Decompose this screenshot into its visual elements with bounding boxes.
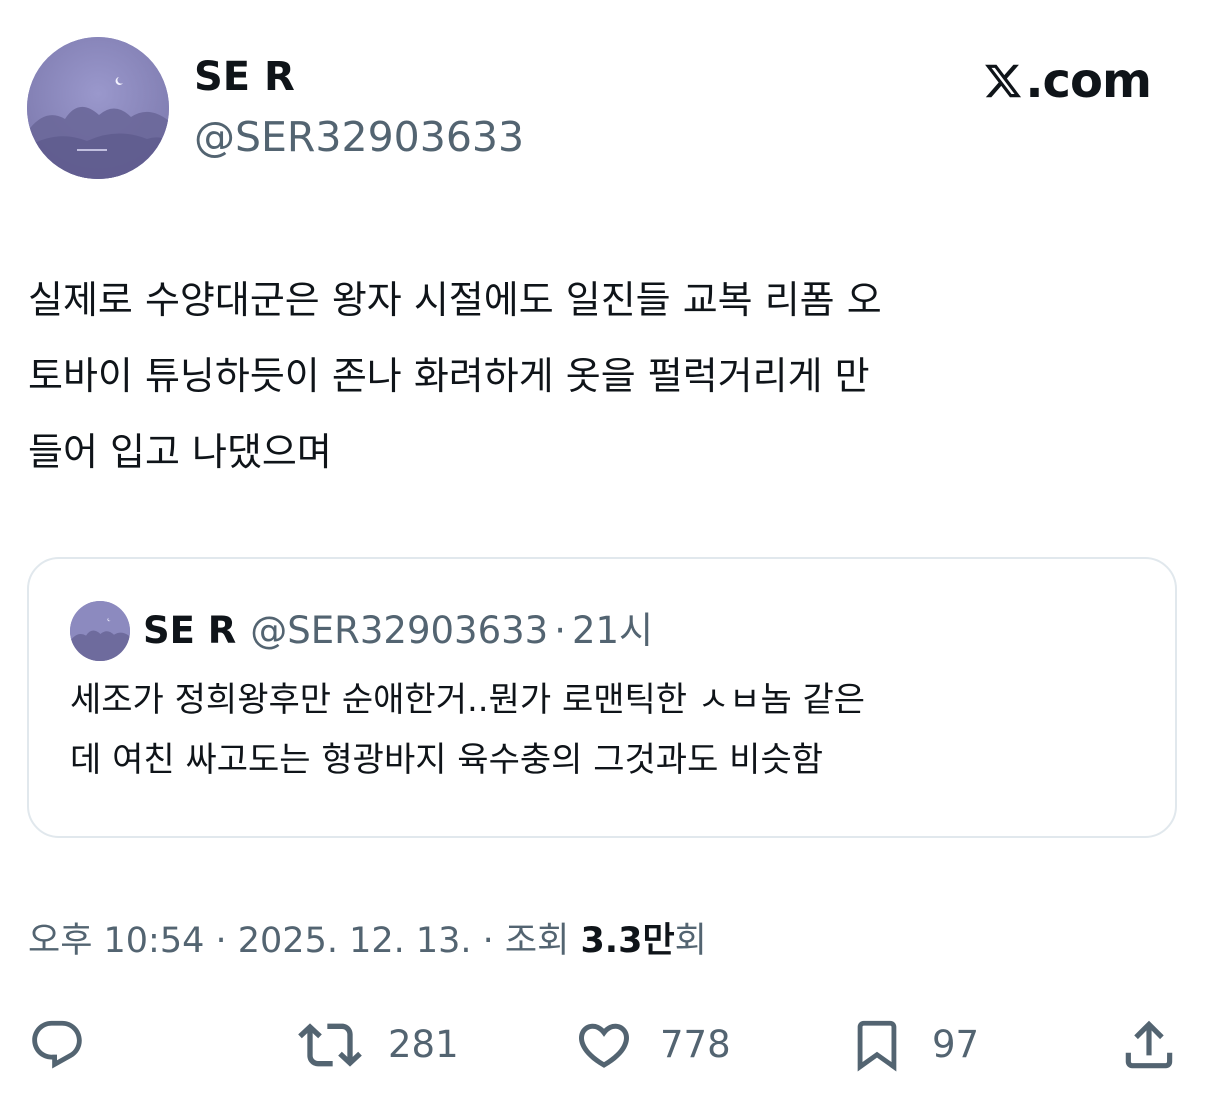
author-handle[interactable]: @SER32903633 bbox=[194, 111, 524, 163]
author-avatar[interactable] bbox=[27, 37, 169, 179]
avatar-sky-image bbox=[27, 37, 169, 179]
quote-author-handle: @SER32903633 bbox=[250, 609, 549, 652]
x-brand: .com bbox=[983, 53, 1152, 109]
quoted-tweet-card[interactable]: SE R @SER32903633 · 21시 세조가 정희왕후만 순애한거..… bbox=[27, 557, 1177, 838]
heart-icon bbox=[578, 1023, 630, 1068]
bookmark-button[interactable]: 97 bbox=[848, 1010, 979, 1080]
quote-avatar-sky-image bbox=[70, 601, 130, 661]
quote-separator: · bbox=[554, 609, 566, 652]
quote-author-avatar bbox=[70, 601, 130, 661]
quote-author-name: SE R bbox=[143, 609, 237, 652]
reply-icon bbox=[32, 1020, 82, 1069]
tweet-text: 실제로 수양대군은 왕자 시절에도 일진들 교복 리폼 오 토바이 튜닝하듯이 … bbox=[28, 278, 882, 474]
quote-text: 세조가 정희왕후만 순애한거..뭔가 로맨틱한 ㅅㅂ놈 같은 데 여친 싸고도는… bbox=[70, 680, 866, 780]
retweet-count: 281 bbox=[388, 1023, 459, 1066]
retweet-button[interactable]: 281 bbox=[298, 1010, 459, 1080]
tweet-header: SE R @SER32903633 .com bbox=[27, 37, 1177, 179]
share-icon bbox=[1125, 1020, 1173, 1069]
retweet-icon bbox=[298, 1023, 362, 1067]
reply-button[interactable] bbox=[28, 1010, 86, 1080]
view-count-suffix: 회 bbox=[674, 921, 707, 961]
share-button[interactable] bbox=[1118, 1010, 1180, 1080]
x-brand-text: .com bbox=[1025, 53, 1152, 109]
bookmark-icon bbox=[857, 1020, 897, 1072]
like-button[interactable]: 778 bbox=[574, 1010, 731, 1080]
view-count: 3.3만 bbox=[580, 921, 675, 961]
tweet-datetime[interactable]: 오후 10:54 · 2025. 12. 13. · 조회 bbox=[28, 921, 580, 961]
action-bar: 281 778 97 bbox=[0, 1010, 1206, 1080]
x-logo-icon bbox=[985, 64, 1022, 98]
bookmark-count: 97 bbox=[932, 1023, 980, 1066]
quote-timestamp: 21시 bbox=[571, 609, 654, 652]
tweet-meta: 오후 10:54 · 2025. 12. 13. · 조회 3.3만회 bbox=[28, 915, 707, 967]
author-name[interactable]: SE R bbox=[194, 52, 295, 102]
quote-meta: SE R @SER32903633 · 21시 bbox=[143, 603, 653, 659]
like-count: 778 bbox=[660, 1023, 731, 1066]
